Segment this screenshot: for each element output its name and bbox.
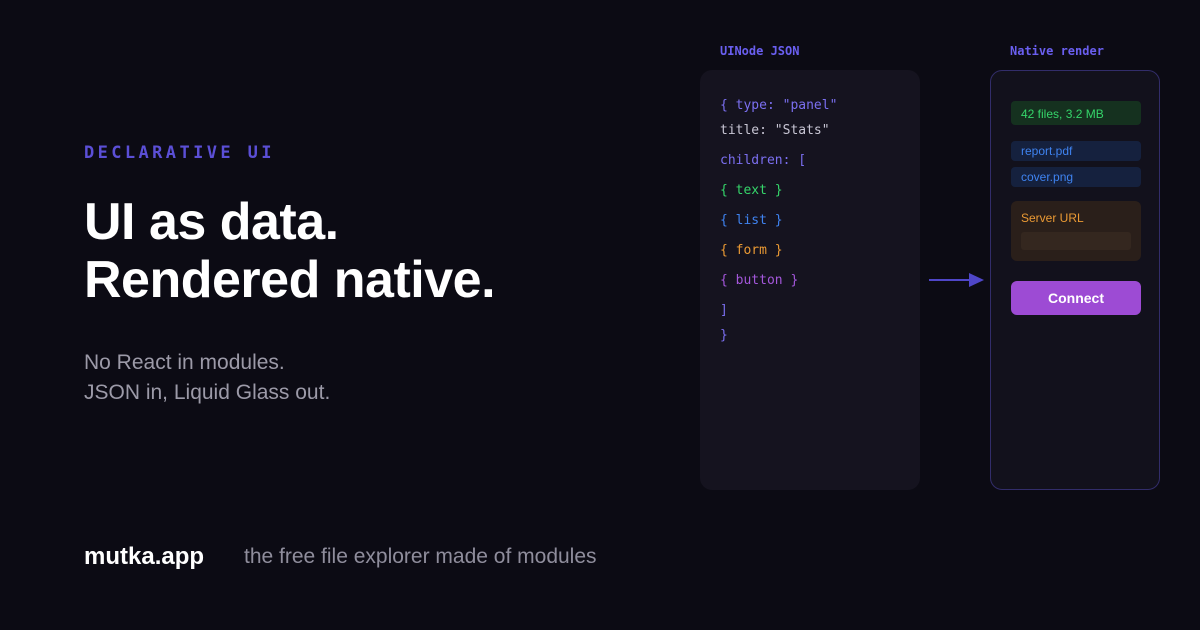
- json-code-panel: { type: "panel" title: "Stats" children:…: [700, 70, 920, 490]
- native-render-panel: 42 files, 3.2 MB report.pdf cover.png Se…: [990, 70, 1160, 490]
- brand-name: mutka.app: [84, 543, 205, 570]
- code-line-text: { text }: [720, 183, 783, 198]
- list-item[interactable]: cover.png: [1011, 167, 1141, 187]
- code-line-type: { type: "panel": [720, 98, 838, 113]
- subtitle: No React in modules. JSON in, Liquid Gla…: [84, 348, 330, 408]
- code-line-close-bracket: ]: [720, 303, 728, 318]
- code-line-title: title: "Stats": [720, 123, 830, 138]
- code-line-children: children: [: [720, 153, 807, 168]
- native-panel-label: Native render: [1010, 44, 1104, 58]
- code-line-list: { list }: [720, 213, 783, 228]
- code-line-form: { form }: [720, 243, 783, 258]
- headline: UI as data. Rendered native.: [84, 193, 496, 309]
- headline-line-1: UI as data.: [84, 193, 339, 251]
- list-item[interactable]: report.pdf: [1011, 141, 1141, 161]
- arrow-right-icon: [929, 273, 984, 287]
- headline-line-2: Rendered native.: [84, 251, 496, 309]
- stat-text: 42 files, 3.2 MB: [1011, 101, 1141, 125]
- tagline: the free file explorer made of modules: [244, 545, 597, 568]
- server-url-label: Server URL: [1021, 211, 1084, 225]
- connect-button[interactable]: Connect: [1011, 281, 1141, 315]
- code-line-button: { button }: [720, 273, 799, 288]
- server-url-form: Server URL: [1011, 201, 1141, 261]
- subtitle-line-1: No React in modules.: [84, 351, 285, 374]
- json-panel-label: UINode JSON: [720, 44, 800, 58]
- subtitle-line-2: JSON in, Liquid Glass out.: [84, 381, 331, 404]
- server-url-input[interactable]: [1021, 232, 1131, 250]
- code-line-close-brace: }: [720, 328, 728, 343]
- eyebrow-label: DECLARATIVE UI: [84, 143, 275, 163]
